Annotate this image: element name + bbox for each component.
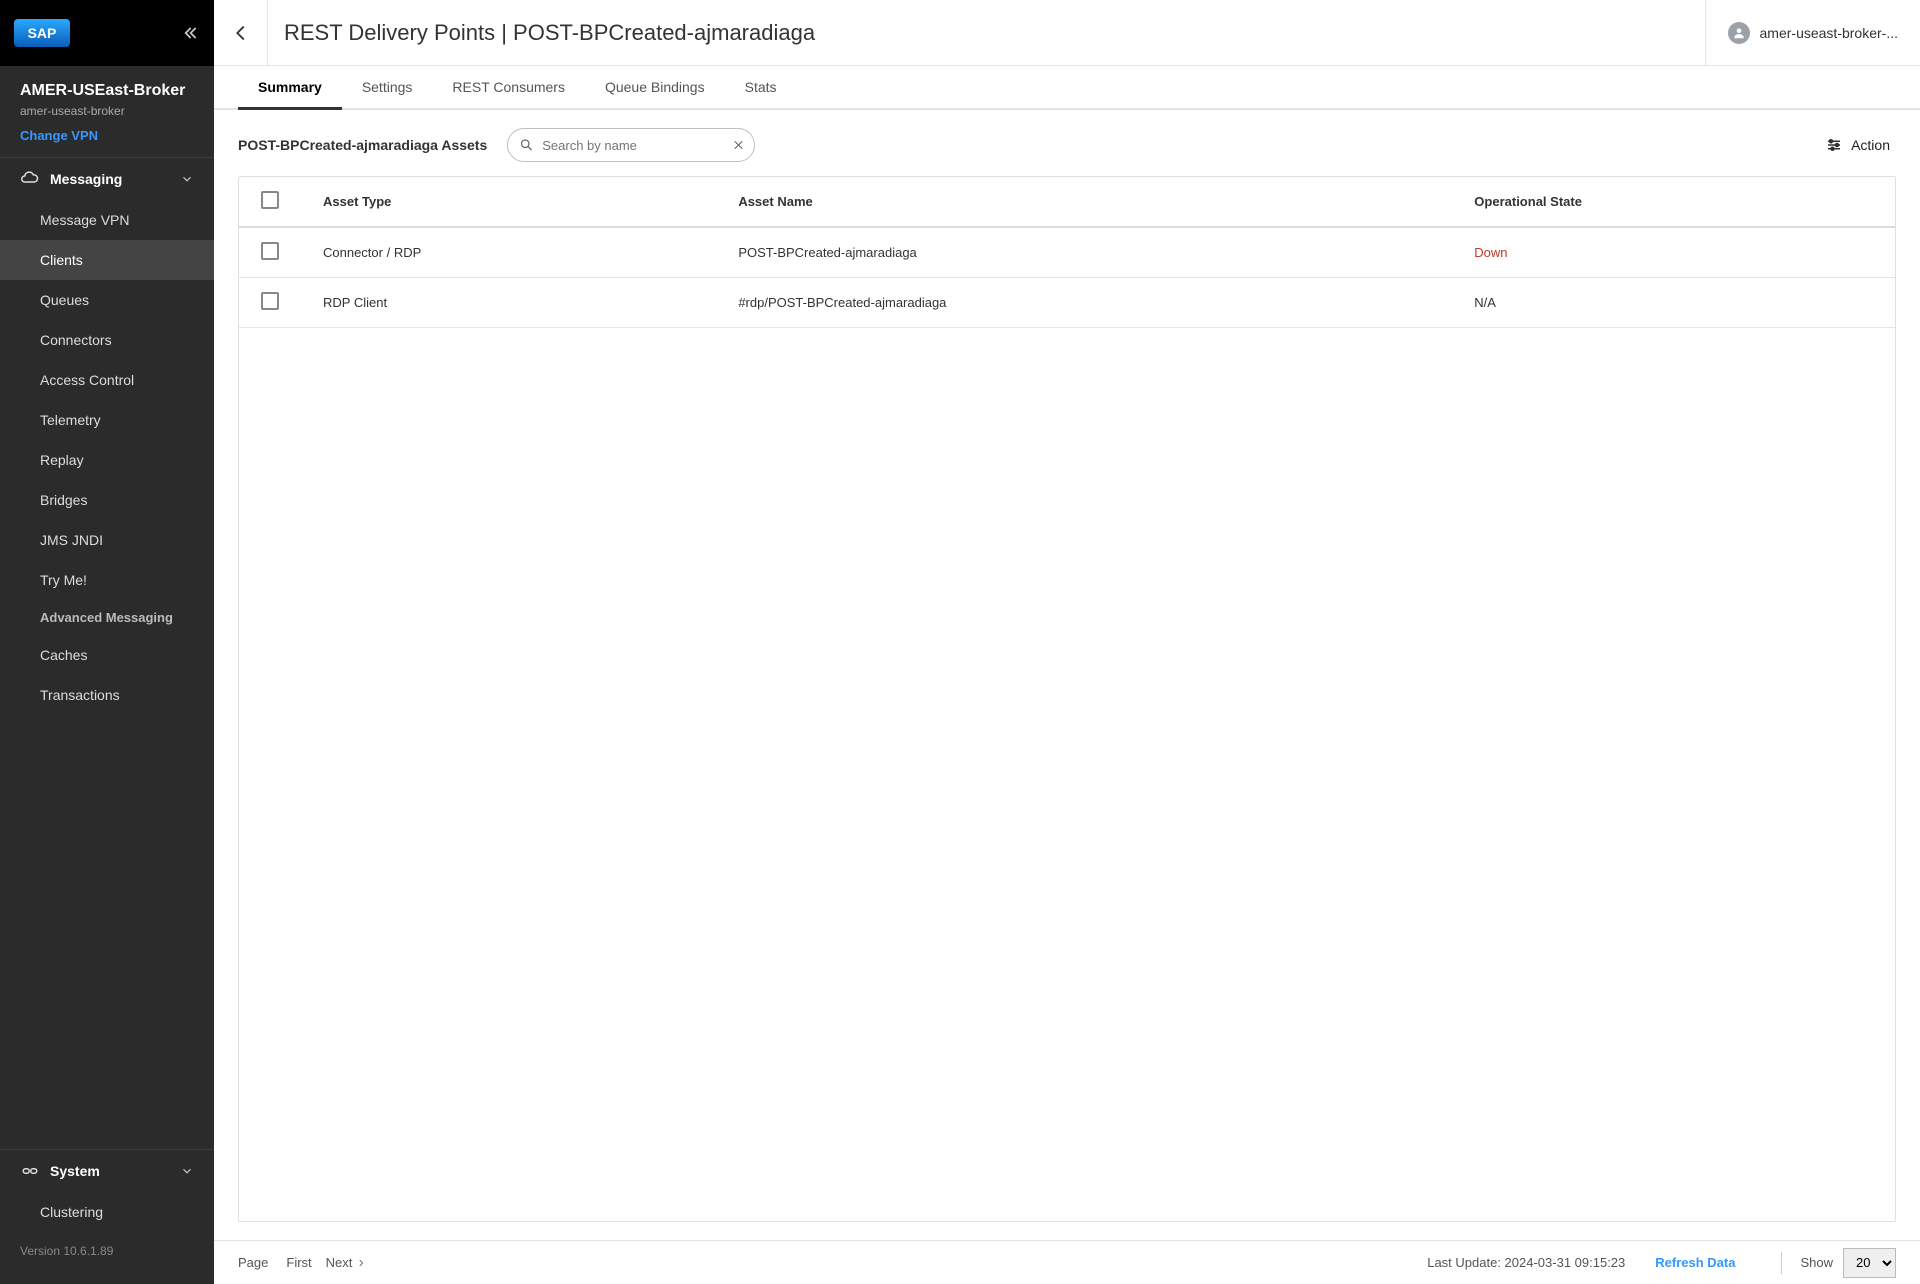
toolbar-row: POST-BPCreated-ajmaradiaga Assets Action	[238, 128, 1896, 162]
tab-summary[interactable]: Summary	[238, 66, 342, 110]
action-label: Action	[1851, 137, 1890, 153]
first-page-link[interactable]: First	[286, 1255, 311, 1270]
tab-rest-consumers[interactable]: REST Consumers	[432, 66, 585, 108]
sliders-icon	[1825, 136, 1843, 154]
cell-operational-state: N/A	[1452, 278, 1895, 328]
tab-queue-bindings[interactable]: Queue Bindings	[585, 66, 725, 108]
sidebar-footer: System Clustering Version 10.6.1.89	[0, 1149, 214, 1284]
logo: SAP	[14, 19, 70, 47]
user-label: amer-useast-broker-...	[1760, 25, 1898, 41]
cell-operational-state: Down	[1452, 227, 1895, 278]
chevron-down-icon	[180, 172, 194, 186]
col-operational-state[interactable]: Operational State	[1452, 177, 1895, 227]
table-row[interactable]: RDP Client #rdp/POST-BPCreated-ajmaradia…	[239, 278, 1895, 328]
back-button[interactable]	[214, 0, 268, 65]
show-label: Show	[1800, 1255, 1833, 1270]
sidebar-item-message-vpn[interactable]: Message VPN	[0, 200, 214, 240]
search-wrap	[507, 128, 755, 162]
nav-section-label: Messaging	[50, 171, 180, 187]
nav-section-system[interactable]: System	[0, 1149, 214, 1192]
table-wrap: Asset Type Asset Name Operational State …	[238, 176, 1896, 1222]
row-checkbox[interactable]	[261, 292, 279, 310]
collapse-sidebar-button[interactable]	[178, 22, 200, 44]
cell-asset-name: #rdp/POST-BPCreated-ajmaradiaga	[716, 278, 1452, 328]
tabs: Summary Settings REST Consumers Queue Bi…	[214, 66, 1920, 110]
table-row[interactable]: Connector / RDP POST-BPCreated-ajmaradia…	[239, 227, 1895, 278]
col-asset-name[interactable]: Asset Name	[716, 177, 1452, 227]
assets-title: POST-BPCreated-ajmaradiaga Assets	[238, 137, 487, 153]
action-button[interactable]: Action	[1819, 132, 1896, 158]
next-label: Next	[326, 1255, 353, 1270]
refresh-data-link[interactable]: Refresh Data	[1655, 1255, 1735, 1270]
table-header-row: Asset Type Asset Name Operational State	[239, 177, 1895, 227]
sidebar-item-try-me[interactable]: Try Me!	[0, 560, 214, 600]
tab-stats[interactable]: Stats	[725, 66, 797, 108]
footer: Page First Next Last Update: 2024-03-31 …	[214, 1240, 1920, 1284]
main: REST Delivery Points | POST-BPCreated-aj…	[214, 0, 1920, 1284]
version-label: Version 10.6.1.89	[0, 1232, 214, 1270]
footer-divider	[1781, 1252, 1782, 1274]
sidebar-item-jms-jndi[interactable]: JMS JNDI	[0, 520, 214, 560]
sidebar: SAP AMER-USEast-Broker amer-useast-broke…	[0, 0, 214, 1284]
cell-asset-type: RDP Client	[301, 278, 716, 328]
assets-table: Asset Type Asset Name Operational State …	[239, 177, 1895, 328]
sidebar-item-transactions[interactable]: Transactions	[0, 675, 214, 715]
sidebar-item-connectors[interactable]: Connectors	[0, 320, 214, 360]
col-asset-type[interactable]: Asset Type	[301, 177, 716, 227]
sidebar-item-bridges[interactable]: Bridges	[0, 480, 214, 520]
search-icon	[519, 138, 534, 153]
row-checkbox[interactable]	[261, 242, 279, 260]
change-vpn-link[interactable]: Change VPN	[20, 128, 194, 143]
sidebar-item-queues[interactable]: Queues	[0, 280, 214, 320]
tab-settings[interactable]: Settings	[342, 66, 433, 108]
page-label: Page	[238, 1255, 268, 1270]
header-bar: REST Delivery Points | POST-BPCreated-aj…	[214, 0, 1920, 66]
nav-section-messaging[interactable]: Messaging	[0, 158, 214, 200]
content: POST-BPCreated-ajmaradiaga Assets Action	[214, 110, 1920, 1240]
sidebar-item-replay[interactable]: Replay	[0, 440, 214, 480]
cell-asset-type: Connector / RDP	[301, 227, 716, 278]
search-input[interactable]	[507, 128, 755, 162]
nav-section-label: System	[50, 1163, 180, 1179]
user-icon	[1728, 22, 1750, 44]
next-page-link[interactable]: Next	[326, 1255, 367, 1270]
link-icon	[20, 1162, 40, 1180]
last-update: Last Update: 2024-03-31 09:15:23	[1427, 1255, 1625, 1270]
broker-name: AMER-USEast-Broker	[20, 82, 194, 100]
user-block[interactable]: amer-useast-broker-...	[1705, 0, 1920, 65]
sidebar-subhead-advanced-messaging: Advanced Messaging	[0, 600, 214, 635]
clear-search-icon[interactable]	[732, 139, 745, 152]
show-select[interactable]: 20	[1843, 1248, 1896, 1278]
sidebar-item-caches[interactable]: Caches	[0, 635, 214, 675]
cloud-icon	[20, 170, 40, 188]
sidebar-top: SAP	[0, 0, 214, 66]
broker-subname: amer-useast-broker	[20, 104, 194, 118]
sidebar-item-clients[interactable]: Clients	[0, 240, 214, 280]
broker-block: AMER-USEast-Broker amer-useast-broker Ch…	[0, 66, 214, 158]
select-all-checkbox[interactable]	[261, 191, 279, 209]
sidebar-item-access-control[interactable]: Access Control	[0, 360, 214, 400]
sidebar-item-telemetry[interactable]: Telemetry	[0, 400, 214, 440]
chevron-down-icon	[180, 1164, 194, 1178]
sidebar-item-clustering[interactable]: Clustering	[0, 1192, 214, 1232]
page-title: REST Delivery Points | POST-BPCreated-aj…	[268, 20, 1705, 46]
cell-asset-name: POST-BPCreated-ajmaradiaga	[716, 227, 1452, 278]
